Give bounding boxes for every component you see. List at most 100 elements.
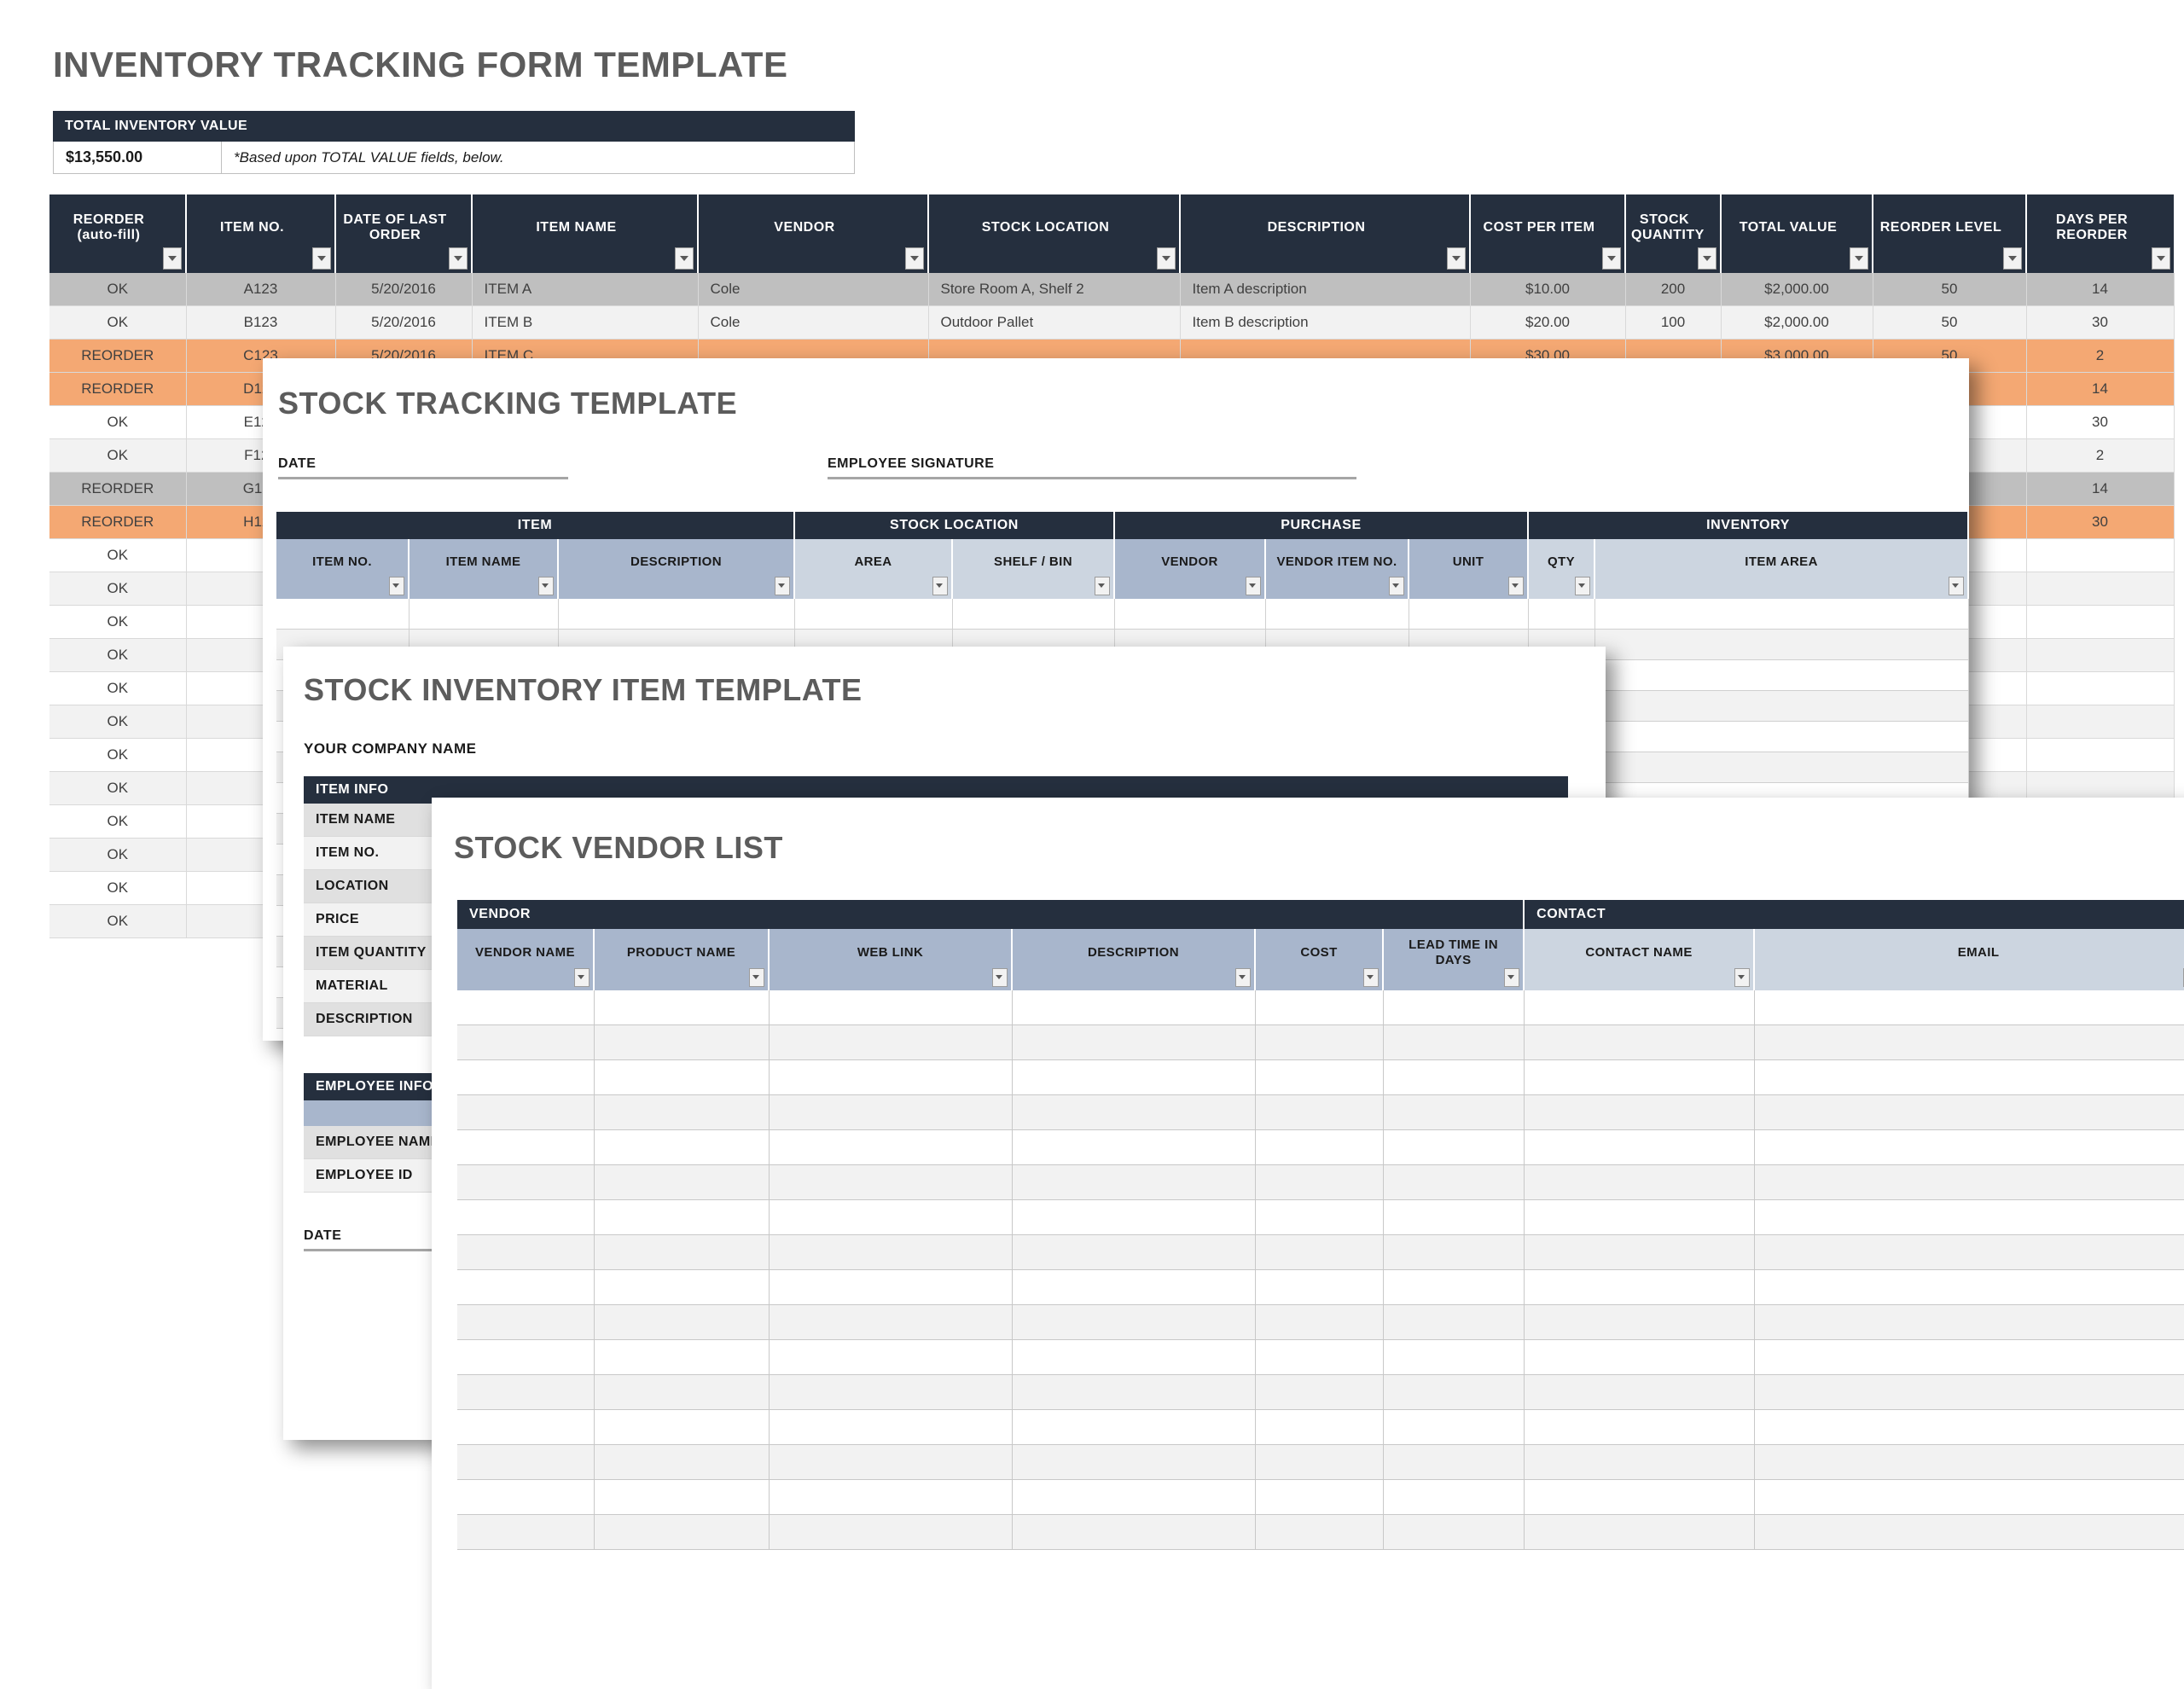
vendor-list-cell[interactable]: [1012, 990, 1256, 1025]
vendor-list-cell[interactable]: [1255, 1374, 1384, 1410]
vendor-list-cell[interactable]: [1524, 1164, 1755, 1200]
vendor-list-cell[interactable]: [1255, 1269, 1384, 1305]
table-row[interactable]: [457, 1059, 2184, 1095]
table-row[interactable]: [457, 1269, 2184, 1305]
vendor-list-cell[interactable]: [1383, 1409, 1525, 1445]
vendor-list-cell[interactable]: [1383, 990, 1525, 1025]
filter-dropdown-icon[interactable]: [1246, 577, 1262, 595]
inventory-cell[interactable]: OK: [49, 705, 187, 739]
vendor-list-cell[interactable]: [1383, 1024, 1525, 1060]
inventory-cell[interactable]: 14: [2026, 472, 2175, 506]
vendor-list-cell[interactable]: [1524, 1304, 1755, 1340]
stock-tracking-cell[interactable]: [1528, 599, 1595, 630]
inventory-cell[interactable]: Store Room A, Shelf 2: [928, 273, 1181, 306]
vendor-list-cell[interactable]: [594, 1094, 770, 1130]
vendor-list-cell[interactable]: [1383, 1199, 1525, 1235]
vendor-list-cell[interactable]: [1524, 1269, 1755, 1305]
table-row[interactable]: [457, 990, 2184, 1025]
vendor-list-cell[interactable]: [1754, 1094, 2184, 1130]
filter-dropdown-icon[interactable]: [2152, 247, 2170, 270]
vendor-list-cell[interactable]: [594, 1339, 770, 1375]
table-row[interactable]: OK A123 5/20/2016 ITEM A Cole Store Room A, S…: [49, 273, 2175, 306]
inventory-cell[interactable]: 100: [1625, 305, 1722, 340]
table-row[interactable]: [457, 1444, 2184, 1480]
inventory-cell[interactable]: B123: [186, 305, 336, 340]
vendor-list-cell[interactable]: [769, 1024, 1013, 1060]
inventory-cell[interactable]: Item A description: [1180, 273, 1471, 306]
filter-dropdown-icon[interactable]: [1698, 247, 1716, 270]
stock-tracking-cell[interactable]: [276, 599, 410, 630]
vendor-list-cell[interactable]: [594, 1304, 770, 1340]
filter-dropdown-icon[interactable]: [992, 968, 1008, 987]
filter-dropdown-icon[interactable]: [1235, 968, 1251, 987]
inventory-cell[interactable]: $10.00: [1470, 273, 1626, 306]
vendor-list-cell[interactable]: [1012, 1304, 1256, 1340]
vendor-list-cell[interactable]: [1012, 1269, 1256, 1305]
vendor-list-cell[interactable]: [1255, 1129, 1384, 1165]
vendor-list-cell[interactable]: [1754, 1199, 2184, 1235]
vendor-list-cell[interactable]: [1754, 1339, 2184, 1375]
vendor-list-cell[interactable]: [1754, 990, 2184, 1025]
inventory-cell[interactable]: [2026, 638, 2175, 672]
vendor-list-cell[interactable]: [457, 1269, 595, 1305]
vendor-list-cell[interactable]: [594, 1059, 770, 1095]
inventory-cell[interactable]: ITEM B: [472, 305, 699, 340]
vendor-list-cell[interactable]: [594, 1199, 770, 1235]
vendor-list-cell[interactable]: [1255, 1094, 1384, 1130]
stock-tracking-cell[interactable]: [1594, 629, 1969, 660]
inventory-cell[interactable]: OK: [49, 771, 187, 805]
vendor-list-cell[interactable]: [1255, 1304, 1384, 1340]
vendor-list-cell[interactable]: [1255, 1234, 1384, 1270]
vendor-list-cell[interactable]: [1524, 1444, 1755, 1480]
vendor-list-cell[interactable]: [1383, 1444, 1525, 1480]
vendor-list-cell[interactable]: [769, 1374, 1013, 1410]
inventory-cell[interactable]: REORDER: [49, 372, 187, 406]
inventory-cell[interactable]: OK: [49, 538, 187, 572]
inventory-cell[interactable]: REORDER: [49, 505, 187, 539]
inventory-cell[interactable]: ITEM A: [472, 273, 699, 306]
vendor-list-cell[interactable]: [1524, 1024, 1755, 1060]
inventory-cell[interactable]: Item B description: [1180, 305, 1471, 340]
vendor-list-cell[interactable]: [1012, 1024, 1256, 1060]
vendor-list-cell[interactable]: [1383, 1304, 1525, 1340]
inventory-cell[interactable]: OK: [49, 305, 187, 340]
vendor-list-cell[interactable]: [769, 1304, 1013, 1340]
filter-dropdown-icon[interactable]: [1095, 577, 1111, 595]
filter-dropdown-icon[interactable]: [1734, 968, 1751, 987]
stock-tracking-cell[interactable]: [1594, 659, 1969, 691]
vendor-list-cell[interactable]: [769, 1339, 1013, 1375]
vendor-list-cell[interactable]: [594, 1514, 770, 1550]
vendor-list-cell[interactable]: [1524, 1094, 1755, 1130]
employee-signature-field[interactable]: EMPLOYEE SIGNATURE: [828, 456, 1356, 479]
stock-tracking-cell[interactable]: [1594, 599, 1969, 630]
vendor-list-cell[interactable]: [457, 1059, 595, 1095]
vendor-list-cell[interactable]: [1383, 1269, 1525, 1305]
vendor-list-cell[interactable]: [1012, 1409, 1256, 1445]
vendor-list-cell[interactable]: [769, 1234, 1013, 1270]
vendor-list-cell[interactable]: [1012, 1339, 1256, 1375]
vendor-list-cell[interactable]: [1524, 1059, 1755, 1095]
vendor-list-cell[interactable]: [1383, 1374, 1525, 1410]
table-row[interactable]: [276, 599, 1969, 630]
filter-dropdown-icon[interactable]: [538, 577, 554, 595]
vendor-list-cell[interactable]: [1524, 1199, 1755, 1235]
vendor-list-cell[interactable]: [769, 1059, 1013, 1095]
table-row[interactable]: [457, 1304, 2184, 1340]
inventory-cell[interactable]: 5/20/2016: [335, 273, 473, 306]
inventory-cell[interactable]: 30: [2026, 405, 2175, 439]
vendor-list-cell[interactable]: [1524, 990, 1755, 1025]
vendor-list-cell[interactable]: [1383, 1094, 1525, 1130]
vendor-list-cell[interactable]: [594, 1234, 770, 1270]
table-row[interactable]: [457, 1514, 2184, 1550]
filter-dropdown-icon[interactable]: [574, 968, 590, 987]
vendor-list-cell[interactable]: [457, 1514, 595, 1550]
inventory-cell[interactable]: Outdoor Pallet: [928, 305, 1181, 340]
vendor-list-cell[interactable]: [457, 1164, 595, 1200]
vendor-list-cell[interactable]: [769, 1409, 1013, 1445]
vendor-list-cell[interactable]: [1012, 1374, 1256, 1410]
vendor-list-cell[interactable]: [1012, 1199, 1256, 1235]
vendor-list-cell[interactable]: [1255, 1339, 1384, 1375]
vendor-list-cell[interactable]: [1383, 1514, 1525, 1550]
filter-dropdown-icon[interactable]: [1157, 247, 1176, 270]
inventory-cell[interactable]: $2,000.00: [1721, 305, 1873, 340]
